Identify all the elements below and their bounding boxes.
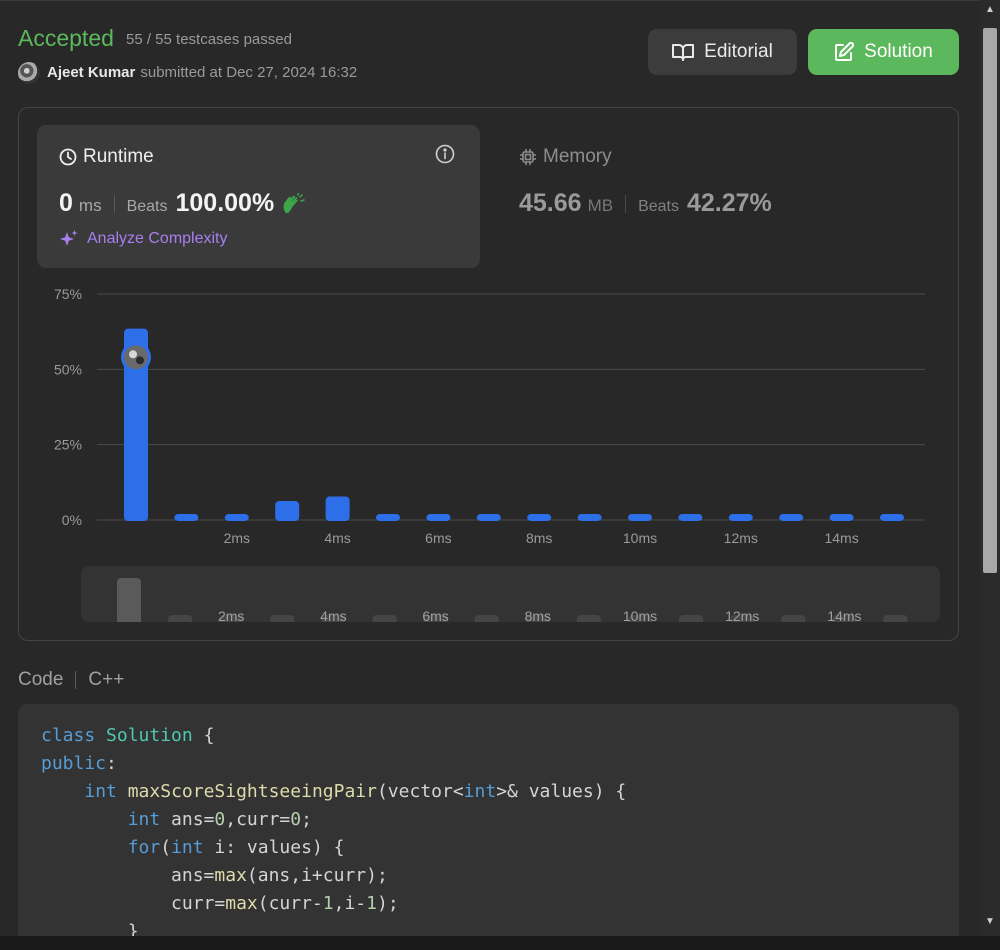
mini-bar [576,615,601,622]
analyze-complexity-link[interactable]: Analyze Complexity [59,229,228,249]
bottom-edge [0,936,1000,950]
divider [625,194,627,213]
runtime-beats-value: 100.00% [175,189,275,217]
x-tick-label: 6ms [425,530,451,546]
mini-bar [270,615,295,622]
code-content: class Solution { public: int maxScoreSig… [41,725,627,942]
y-tick-label: 75% [54,286,82,302]
editorial-label: Editorial [704,41,773,62]
submitted-at: submitted at Dec 27, 2024 16:32 [140,64,358,81]
analyze-label: Analyze Complexity [87,230,228,247]
user-avatar[interactable] [18,62,40,84]
chart-bar[interactable] [779,514,804,521]
solution-label: Solution [864,41,933,62]
scroll-up-arrow-icon[interactable]: ▲ [985,4,995,15]
runtime-unit: ms [78,196,102,215]
chart-bar[interactable] [527,514,552,521]
clock-icon [59,148,77,166]
x-tick-label: 10ms [623,530,657,546]
y-tick-label: 50% [54,361,82,377]
language-label: C++ [88,669,125,690]
chart-bar[interactable] [577,514,602,521]
testcases-count: 55 / 55 testcases passed [126,31,292,48]
memory-beats-value: 42.27% [686,189,772,217]
x-tick-label: 8ms [526,530,552,546]
y-tick-label: 0% [62,512,82,528]
runtime-title: Runtime [83,146,154,167]
code-header: Code C++ [18,669,124,691]
scroll-down-arrow-icon[interactable]: ▼ [985,916,995,927]
chart-bar[interactable] [376,514,400,521]
x-tick-label: 4ms [324,530,350,546]
runtime-values: 0 ms Beats 100.00% [59,189,306,218]
mini-bar [117,578,141,622]
chart-range-selector[interactable]: 2ms 4ms 6ms 8ms 10ms 12ms 14ms [81,566,940,622]
runtime-value: 0 [59,189,73,217]
chart-bar[interactable] [426,514,451,521]
mini-x-tick-label: 14ms [827,608,861,622]
chart-bar[interactable] [880,514,904,521]
chart-bar[interactable] [224,514,249,521]
mini-bar [168,615,193,622]
runtime-beats-label: Beats [126,198,168,215]
x-tick-label: 2ms [224,530,250,546]
chart-bar[interactable] [728,514,753,521]
editorial-button[interactable]: Editorial [648,29,797,75]
clapping-hands-icon [283,192,305,213]
info-icon[interactable] [435,144,455,164]
y-tick-label: 25% [54,437,82,453]
mini-x-tick-label: 12ms [725,608,759,622]
runtime-heading: Runtime [59,146,154,168]
marker-avatar-detail [136,356,144,365]
chart-bar[interactable] [325,496,350,521]
marker-avatar-detail [129,350,137,359]
sparkle-icon [60,230,78,246]
code-block[interactable]: class Solution { public: int maxScoreSig… [18,704,959,944]
chart-bar[interactable] [174,514,199,521]
mini-bar [781,615,806,622]
book-open-icon [672,44,695,61]
marker-avatar [124,345,148,370]
mini-x-tick-label: 6ms [422,608,448,622]
mini-bar [474,615,499,622]
mini-x-tick-label: 2ms [218,608,244,622]
scrollbar-thumb[interactable] [983,28,997,573]
user-position-marker[interactable] [121,342,151,373]
x-tick-label: 12ms [724,530,758,546]
runtime-distribution-chart[interactable]: 75% 50% 25% 0% 2ms 4ms 6ms 8ms 10ms 12ms 14ms [40,281,940,551]
memory-title: Memory [543,146,612,167]
chip-icon [520,149,536,165]
memory-beats-label: Beats [638,198,679,215]
chart-bar[interactable] [628,514,652,521]
divider [75,671,77,689]
memory-value: 45.66 [519,189,582,217]
mini-bar [679,615,704,622]
x-tick-label: 14ms [824,530,858,546]
mini-bar [372,615,397,622]
edit-icon [835,42,855,61]
divider [113,194,115,213]
chart-bar[interactable] [829,514,854,521]
submission-panel: Accepted 55 / 55 testcases passed Ajeet … [0,0,980,944]
mini-bar [883,615,908,622]
memory-values: 45.66 MB Beats 42.27% [519,189,772,218]
runtime-card[interactable]: Runtime 0 ms Beats 100.00% Analyze Compl… [37,125,480,268]
status-accepted: Accepted [18,25,114,51]
mini-x-tick-label: 4ms [320,608,346,622]
solution-button[interactable]: Solution [808,29,959,75]
mini-x-tick-label: 10ms [623,608,657,622]
submission-info: Ajeet Kumar submitted at Dec 27, 2024 16:… [47,64,357,81]
username-link[interactable]: Ajeet Kumar [47,64,135,81]
code-tab[interactable]: Code [18,669,63,691]
mini-x-tick-label: 8ms [525,608,551,622]
chart-bar[interactable] [678,514,703,521]
memory-unit: MB [587,196,614,215]
chart-bar[interactable] [476,514,501,521]
chart-bar[interactable] [275,501,300,521]
mini-distribution-chart[interactable]: 2ms 4ms 6ms 8ms 10ms 12ms 14ms [81,566,940,622]
memory-heading[interactable]: Memory [519,146,612,168]
